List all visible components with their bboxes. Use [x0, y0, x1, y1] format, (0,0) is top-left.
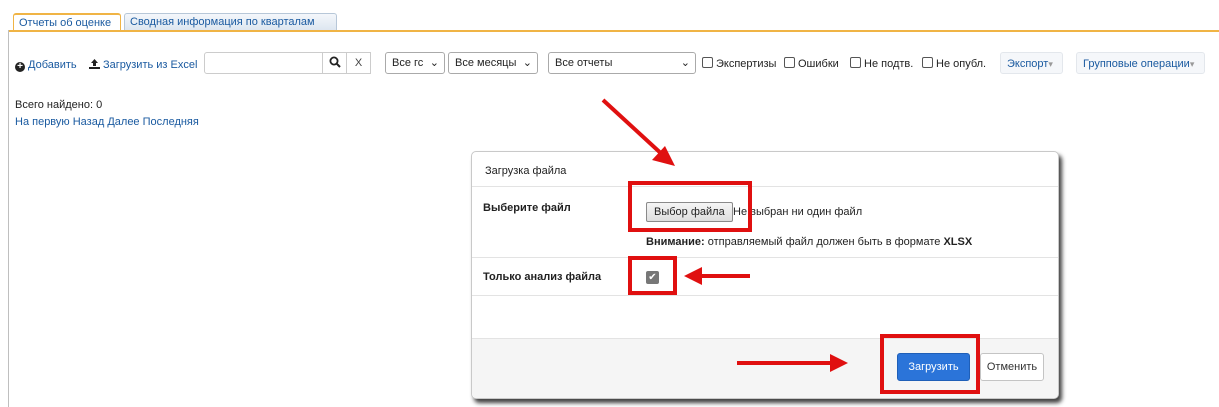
arrow-right-icon	[737, 354, 848, 372]
arrow-left-icon	[684, 267, 750, 285]
arrow-down-right-icon	[601, 98, 675, 166]
annotation-arrows	[601, 98, 848, 372]
